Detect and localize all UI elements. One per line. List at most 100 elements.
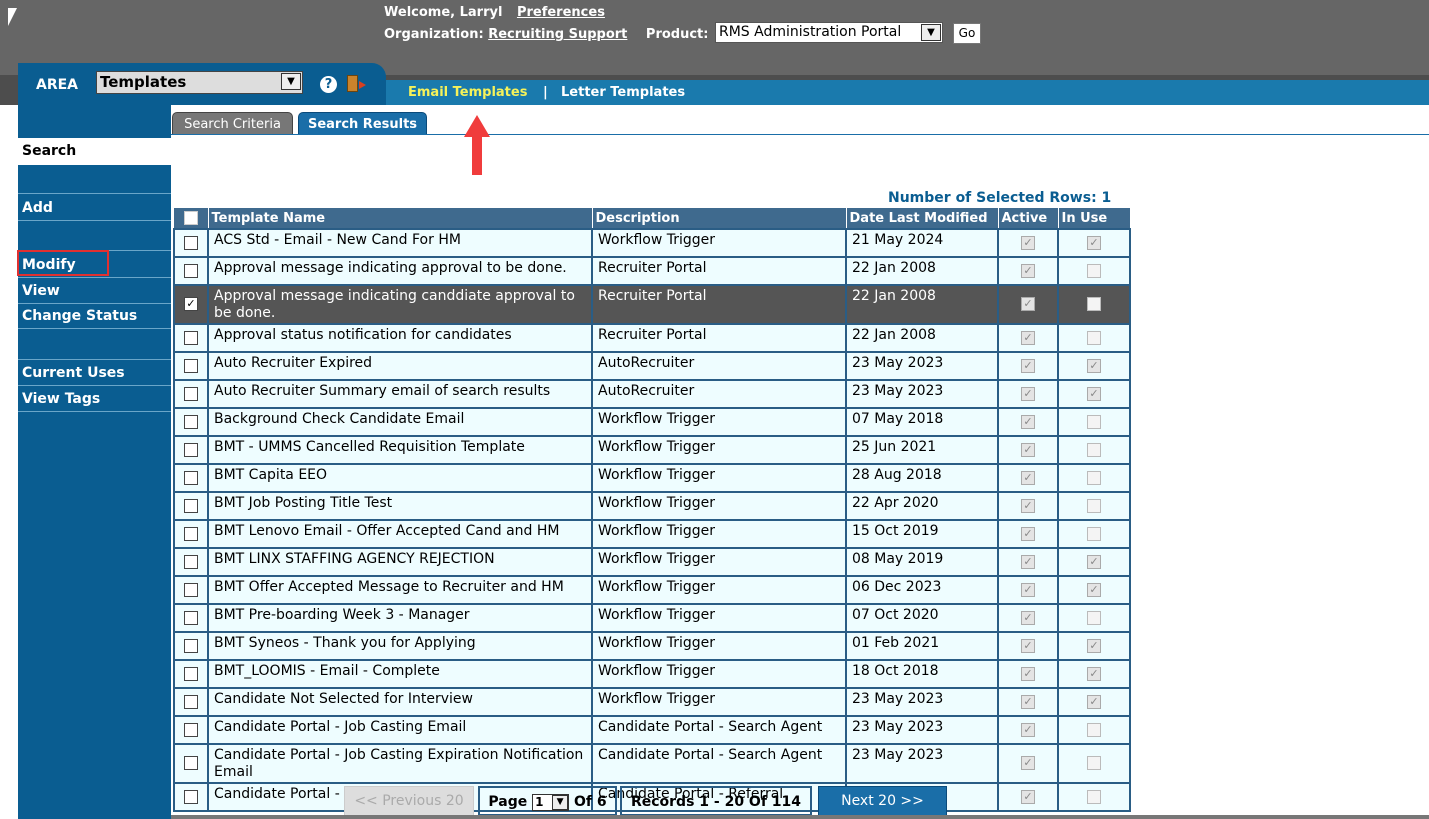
- row-select-cell[interactable]: [173, 603, 209, 633]
- row-select-cell[interactable]: [173, 687, 209, 717]
- active-checkbox[interactable]: ✓: [1021, 638, 1035, 653]
- active-checkbox[interactable]: ✓: [1021, 330, 1035, 345]
- sidebar-item-search[interactable]: Search: [18, 138, 171, 165]
- table-row[interactable]: Candidate Portal - Job Casting Expiratio…: [173, 743, 1131, 784]
- active-checkbox[interactable]: ✓: [1021, 789, 1035, 804]
- column-header-active[interactable]: Active: [998, 208, 1059, 229]
- letter-templates-link[interactable]: Letter Templates: [561, 85, 685, 100]
- row-select-checkbox[interactable]: [184, 414, 198, 429]
- row-select-checkbox[interactable]: [184, 386, 198, 401]
- table-row[interactable]: ACS Std - Email - New Cand For HM Workflo…: [173, 228, 1131, 258]
- in-use-checkbox[interactable]: ✓: [1087, 694, 1101, 709]
- row-select-cell[interactable]: [173, 631, 209, 661]
- tab-search-results[interactable]: Search Results: [298, 112, 427, 135]
- active-checkbox[interactable]: ✓: [1021, 722, 1035, 737]
- table-row[interactable]: BMT Capita EEO Workflow Trigger 28 Aug 201…: [173, 463, 1131, 493]
- column-header-in-use[interactable]: In Use: [1058, 208, 1131, 229]
- row-select-cell[interactable]: [173, 519, 209, 549]
- in-use-checkbox[interactable]: ✓: [1087, 386, 1101, 401]
- row-select-cell[interactable]: [173, 351, 209, 381]
- row-select-checkbox[interactable]: [184, 498, 198, 513]
- table-row[interactable]: BMT_LOOMIS - Email - Complete Workflow Tr…: [173, 659, 1131, 689]
- row-select-cell[interactable]: ✓: [173, 284, 209, 325]
- in-use-checkbox[interactable]: [1087, 330, 1101, 345]
- table-row[interactable]: BMT LINX STAFFING AGENCY REJECTION Workfl…: [173, 547, 1131, 577]
- exit-door-icon[interactable]: [347, 75, 366, 92]
- row-select-cell[interactable]: [173, 659, 209, 689]
- active-checkbox[interactable]: ✓: [1021, 694, 1035, 709]
- row-select-cell[interactable]: [173, 228, 209, 258]
- previous-page-button[interactable]: << Previous 20: [344, 786, 474, 816]
- row-select-checkbox[interactable]: [184, 554, 198, 569]
- table-row[interactable]: BMT Offer Accepted Message to Recruiter …: [173, 575, 1131, 605]
- table-row[interactable]: Auto Recruiter Expired AutoRecruiter 23 Ma…: [173, 351, 1131, 381]
- table-row[interactable]: ✓ Approval message indicating canddiate a…: [173, 284, 1131, 325]
- go-button[interactable]: Go: [953, 23, 981, 44]
- row-select-cell[interactable]: [173, 323, 209, 353]
- in-use-checkbox[interactable]: [1087, 414, 1101, 429]
- row-select-checkbox[interactable]: [184, 263, 198, 278]
- in-use-checkbox[interactable]: ✓: [1087, 554, 1101, 569]
- tab-search-criteria[interactable]: Search Criteria: [172, 112, 293, 135]
- in-use-checkbox[interactable]: ✓: [1087, 235, 1101, 250]
- in-use-checkbox[interactable]: [1087, 498, 1101, 513]
- in-use-checkbox[interactable]: [1087, 722, 1101, 737]
- row-select-checkbox[interactable]: [184, 582, 198, 597]
- table-row[interactable]: Background Check Candidate Email Workflow…: [173, 407, 1131, 437]
- table-row[interactable]: Auto Recruiter Summary email of search r…: [173, 379, 1131, 409]
- in-use-checkbox[interactable]: [1087, 526, 1101, 541]
- area-select[interactable]: Templates ▼: [96, 71, 303, 94]
- table-row[interactable]: BMT Syneos - Thank you for Applying Workf…: [173, 631, 1131, 661]
- active-checkbox[interactable]: ✓: [1021, 386, 1035, 401]
- row-select-cell[interactable]: [173, 575, 209, 605]
- row-select-checkbox[interactable]: [184, 442, 198, 457]
- active-checkbox[interactable]: ✓: [1021, 414, 1035, 429]
- preferences-link[interactable]: Preferences: [517, 5, 605, 20]
- row-select-cell[interactable]: [173, 463, 209, 493]
- row-select-checkbox[interactable]: [184, 722, 198, 737]
- next-page-button[interactable]: Next 20 >>: [818, 786, 947, 816]
- row-select-checkbox[interactable]: [184, 526, 198, 541]
- row-select-checkbox[interactable]: [184, 358, 198, 373]
- active-checkbox[interactable]: ✓: [1021, 498, 1035, 513]
- in-use-checkbox[interactable]: [1087, 610, 1101, 625]
- table-row[interactable]: BMT Pre-boarding Week 3 - Manager Workflo…: [173, 603, 1131, 633]
- sidebar-item-add[interactable]: Add: [18, 197, 171, 219]
- in-use-checkbox[interactable]: [1087, 263, 1101, 278]
- row-select-checkbox[interactable]: [184, 235, 198, 250]
- active-checkbox[interactable]: ✓: [1021, 235, 1035, 250]
- active-checkbox[interactable]: ✓: [1021, 470, 1035, 485]
- row-select-checkbox[interactable]: [184, 330, 198, 345]
- row-select-cell[interactable]: [173, 379, 209, 409]
- in-use-checkbox[interactable]: [1087, 297, 1101, 311]
- active-checkbox[interactable]: ✓: [1021, 526, 1035, 541]
- row-select-checkbox[interactable]: [184, 756, 198, 770]
- select-all-checkbox[interactable]: [183, 211, 198, 225]
- sidebar-item-change-status[interactable]: Change Status: [18, 305, 171, 327]
- table-row[interactable]: Approval status notification for candida…: [173, 323, 1131, 353]
- column-header-description[interactable]: Description: [592, 208, 847, 229]
- table-row[interactable]: Candidate Not Selected for Interview Work…: [173, 687, 1131, 717]
- table-row[interactable]: BMT - UMMS Cancelled Requisition Templat…: [173, 435, 1131, 465]
- sidebar-item-view-tags[interactable]: View Tags: [18, 388, 171, 410]
- row-select-cell[interactable]: [173, 547, 209, 577]
- active-checkbox[interactable]: ✓: [1021, 554, 1035, 569]
- row-select-cell[interactable]: [173, 715, 209, 745]
- organization-link[interactable]: Recruiting Support: [488, 27, 627, 42]
- active-checkbox[interactable]: ✓: [1021, 263, 1035, 278]
- in-use-checkbox[interactable]: ✓: [1087, 582, 1101, 597]
- table-row[interactable]: BMT Lenovo Email - Offer Accepted Cand a…: [173, 519, 1131, 549]
- column-header-template-name[interactable]: Template Name: [208, 208, 593, 229]
- in-use-checkbox[interactable]: ✓: [1087, 666, 1101, 681]
- row-select-checkbox[interactable]: [184, 610, 198, 625]
- product-select[interactable]: RMS Administration Portal ▼: [715, 22, 943, 43]
- email-templates-link[interactable]: Email Templates: [408, 85, 527, 100]
- row-select-checkbox[interactable]: [184, 789, 198, 804]
- row-select-checkbox[interactable]: ✓: [184, 297, 198, 311]
- active-checkbox[interactable]: ✓: [1021, 297, 1035, 311]
- row-select-checkbox[interactable]: [184, 666, 198, 681]
- in-use-checkbox[interactable]: [1087, 442, 1101, 457]
- row-select-cell[interactable]: [173, 743, 209, 784]
- column-header-date-last-modified[interactable]: Date Last Modified: [846, 208, 999, 229]
- active-checkbox[interactable]: ✓: [1021, 666, 1035, 681]
